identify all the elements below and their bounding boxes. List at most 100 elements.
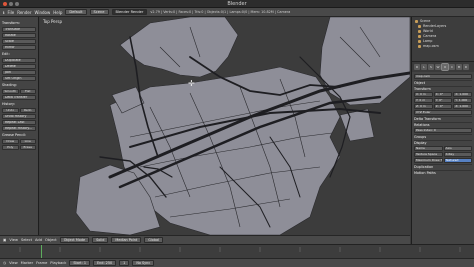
menu-window[interactable]: Window bbox=[34, 10, 50, 15]
outliner-item[interactable]: map.osm bbox=[415, 44, 472, 49]
render-layers-icon bbox=[418, 25, 421, 28]
location-row: X: 0 m X: 0° X: 1.000 bbox=[414, 92, 473, 97]
mesh-icon bbox=[418, 45, 421, 48]
3d-viewport[interactable]: Top Persp ✛ bbox=[40, 17, 410, 235]
layout-selector[interactable]: Default bbox=[65, 9, 87, 15]
scene-selector[interactable]: Scene bbox=[89, 9, 109, 15]
rotation-mode-select[interactable]: XYZ Euler bbox=[414, 110, 472, 115]
pass-index-row: Pass Index: 0 bbox=[414, 128, 472, 133]
object-name-field[interactable]: map.osm bbox=[414, 74, 472, 79]
end-frame-field[interactable]: End: 250 bbox=[93, 260, 117, 266]
menu-view[interactable]: View bbox=[9, 238, 18, 242]
tab-modifiers[interactable]: M bbox=[456, 64, 462, 70]
scale-x-field[interactable]: X: 1.000 bbox=[453, 92, 473, 97]
render-engine-selector[interactable]: Blender Render bbox=[111, 9, 148, 15]
undo-button[interactable]: Undo bbox=[2, 108, 19, 113]
scale-z-field[interactable]: Z: 1.000 bbox=[453, 104, 473, 109]
repeat-history-button[interactable]: Repeat History... bbox=[2, 126, 36, 131]
section-transform[interactable]: Transform bbox=[414, 86, 472, 91]
tab-render[interactable]: R bbox=[414, 64, 420, 70]
section-groups[interactable]: Groups bbox=[414, 134, 472, 139]
scene-icon bbox=[415, 20, 418, 23]
menu-file[interactable]: File bbox=[8, 10, 15, 15]
scale-button[interactable]: Scale bbox=[2, 39, 36, 44]
outliner-label: map.osm bbox=[423, 44, 439, 48]
axis-checkbox[interactable]: Axis bbox=[443, 146, 472, 151]
section-relations[interactable]: Relations bbox=[414, 122, 472, 127]
pass-index-field[interactable]: Pass Index: 0 bbox=[414, 128, 472, 133]
menu-object[interactable]: Object bbox=[45, 238, 57, 242]
name-checkbox[interactable]: Name bbox=[414, 146, 443, 151]
undo-history-button[interactable]: Undo History bbox=[2, 114, 36, 119]
location-z-field[interactable]: Z: 0 m bbox=[414, 104, 433, 109]
mode-selector[interactable]: Object Mode bbox=[59, 237, 90, 243]
grease-pencil-header: Grease Pencil: bbox=[2, 133, 27, 137]
section-duplication[interactable]: Duplication bbox=[414, 164, 472, 169]
3d-cursor-icon[interactable]: ✛ bbox=[188, 79, 195, 88]
menu-select[interactable]: Select bbox=[21, 238, 32, 242]
rotation-x-field[interactable]: X: 0° bbox=[433, 92, 453, 97]
menu-render[interactable]: Render bbox=[17, 10, 31, 15]
section-delta-transform[interactable]: Delta Transform bbox=[414, 116, 472, 121]
rotation-z-field[interactable]: Z: 0° bbox=[433, 104, 453, 109]
rotation-y-field[interactable]: Y: 0° bbox=[433, 98, 453, 103]
repeat-last-button[interactable]: Repeat Last bbox=[2, 120, 36, 125]
menu-add[interactable]: Add bbox=[35, 238, 42, 242]
tab-object[interactable]: O bbox=[441, 63, 449, 71]
menu-help[interactable]: Help bbox=[53, 10, 62, 15]
tab-world[interactable]: W bbox=[435, 64, 441, 70]
redo-button[interactable]: Redo bbox=[19, 108, 36, 113]
flat-button[interactable]: Flat bbox=[19, 89, 36, 94]
gp-line-button[interactable]: Line bbox=[19, 139, 36, 144]
mirror-button[interactable]: Mirror bbox=[2, 45, 36, 50]
shading-header: Shading: bbox=[2, 83, 17, 87]
pivot-selector[interactable]: Median Point bbox=[111, 237, 142, 243]
location-y-field[interactable]: Y: 0 m bbox=[414, 98, 433, 103]
x-ray-checkbox[interactable]: X-Ray bbox=[443, 152, 472, 157]
editor-type-icon[interactable]: ▣ bbox=[3, 238, 6, 242]
texture-space-checkbox[interactable]: Texture Space bbox=[414, 152, 443, 157]
start-frame-field[interactable]: Start: 1 bbox=[69, 260, 91, 266]
section-motion-paths[interactable]: Motion Paths bbox=[414, 170, 472, 175]
transform-orientation-selector[interactable]: Global bbox=[144, 237, 164, 243]
section-object[interactable]: Object bbox=[414, 80, 472, 85]
translate-button[interactable]: Translate bbox=[2, 27, 36, 32]
info-editor-icon[interactable]: ℹ bbox=[3, 10, 5, 15]
right-panels: Scene RenderLayers World Camera Lamp map… bbox=[411, 17, 474, 244]
camera-icon bbox=[418, 35, 421, 38]
rotate-button[interactable]: Rotate bbox=[2, 33, 36, 38]
gp-draw-button[interactable]: Draw bbox=[2, 139, 19, 144]
building-mass-north bbox=[119, 17, 239, 78]
location-x-field[interactable]: X: 0 m bbox=[414, 92, 433, 97]
tab-constraints[interactable]: C bbox=[449, 64, 455, 70]
object-name-row: map.osm bbox=[414, 74, 472, 79]
gp-erase-button[interactable]: Erase bbox=[19, 145, 36, 150]
timeline-editor-icon[interactable]: ◷ bbox=[3, 261, 6, 265]
info-menubar: ℹ File Render Window Help Default Scene … bbox=[0, 8, 474, 17]
sync-mode-select[interactable]: No Sync bbox=[132, 260, 155, 266]
timeline-menu-frame[interactable]: Frame bbox=[36, 261, 47, 265]
set-origin-button[interactable]: Set Origin bbox=[2, 76, 36, 81]
delete-button[interactable]: Delete bbox=[2, 64, 36, 69]
playhead[interactable] bbox=[41, 245, 42, 259]
rotation-mode-row: XYZ Euler bbox=[414, 110, 472, 115]
timeline[interactable] bbox=[0, 244, 474, 259]
gp-poly-button[interactable]: Poly bbox=[2, 145, 19, 150]
scale-y-field[interactable]: Y: 1.000 bbox=[453, 98, 473, 103]
data-transfer-button[interactable]: Data Transfer bbox=[2, 95, 36, 100]
viewport-header: ▣ View Select Add Object Object Mode Sol… bbox=[0, 235, 410, 244]
tab-layers[interactable]: L bbox=[421, 64, 427, 70]
join-button[interactable]: Join bbox=[2, 70, 36, 75]
current-frame-field[interactable]: 1 bbox=[119, 260, 130, 266]
timeline-menu-marker[interactable]: Marker bbox=[21, 261, 33, 265]
timeline-menu-view[interactable]: View bbox=[9, 261, 18, 265]
max-draw-type-select[interactable]: Textured bbox=[443, 158, 472, 163]
duplicate-button[interactable]: Duplicate bbox=[2, 58, 36, 63]
edit-header: Edit: bbox=[2, 52, 10, 56]
shading-selector[interactable]: Solid bbox=[92, 237, 109, 243]
smooth-button[interactable]: Smooth bbox=[2, 89, 19, 94]
tab-data[interactable]: D bbox=[463, 64, 469, 70]
section-display[interactable]: Display bbox=[414, 140, 472, 145]
timeline-menu-playback[interactable]: Playback bbox=[50, 261, 66, 265]
tab-scene[interactable]: S bbox=[428, 64, 434, 70]
